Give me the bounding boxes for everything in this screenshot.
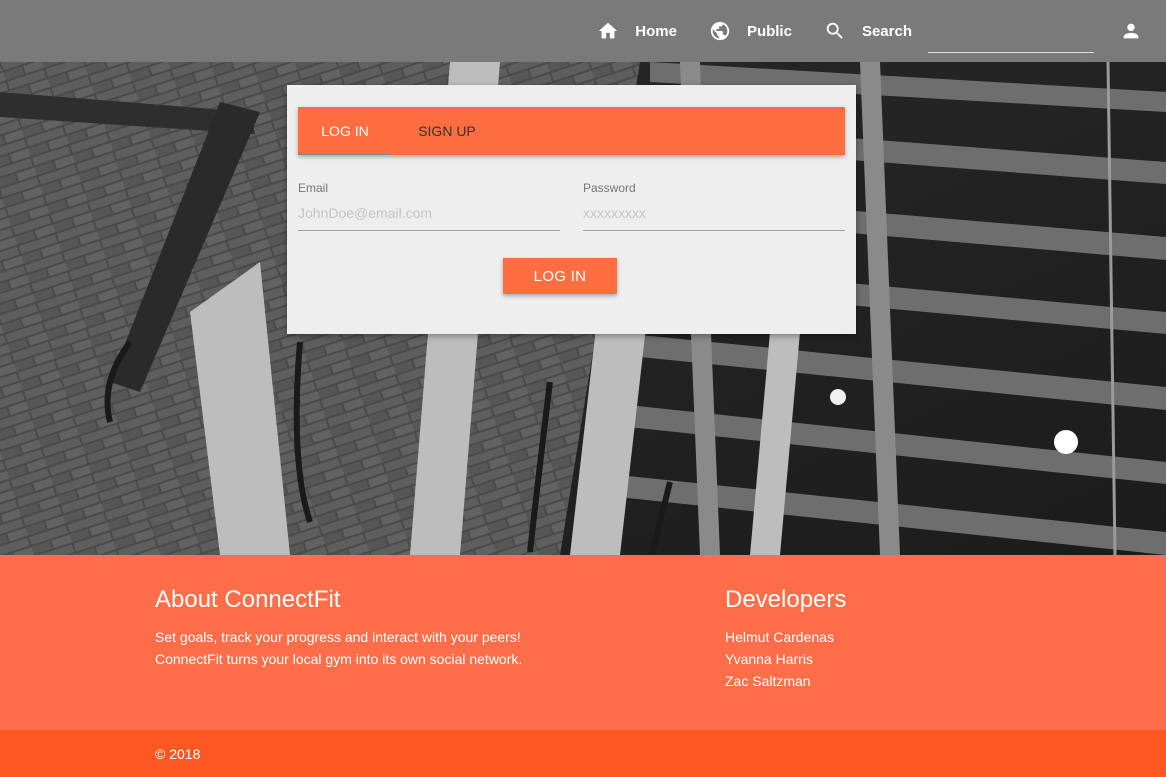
nav-home-label: Home bbox=[635, 22, 677, 40]
password-field-group: Password bbox=[583, 181, 845, 231]
home-icon bbox=[599, 22, 618, 39]
auth-tabs: LOG IN SIGN UP bbox=[298, 107, 845, 155]
top-navbar: Home Public Search bbox=[0, 0, 1166, 62]
nav-home-link[interactable]: Home bbox=[581, 0, 693, 62]
email-field-group: Email bbox=[298, 181, 560, 231]
developer-item[interactable]: Zac Saltzman bbox=[725, 670, 1025, 692]
nav-search-label: Search bbox=[861, 22, 912, 40]
login-card: LOG IN SIGN UP Email Password LOG IN bbox=[287, 85, 856, 334]
about-text-line-2: ConnectFit turns your local gym into its… bbox=[155, 651, 523, 667]
password-field[interactable] bbox=[583, 195, 845, 231]
footer: About ConnectFit Set goals, track your p… bbox=[0, 555, 1166, 730]
search-icon bbox=[826, 22, 843, 39]
developer-item[interactable]: Helmut Cardenas bbox=[725, 626, 1025, 648]
about-section: About ConnectFit Set goals, track your p… bbox=[155, 586, 655, 670]
password-label: Password bbox=[583, 181, 636, 195]
developers-list: Helmut Cardenas Yvanna Harris Zac Saltzm… bbox=[725, 626, 1025, 692]
email-label: Email bbox=[298, 181, 329, 195]
account-button[interactable] bbox=[1110, 20, 1142, 42]
about-text: Set goals, track your progress and inter… bbox=[155, 626, 655, 670]
nav-search-button[interactable]: Search bbox=[808, 0, 928, 62]
tab-log-in[interactable]: LOG IN bbox=[298, 107, 392, 155]
log-in-button[interactable]: LOG IN bbox=[503, 258, 617, 294]
copyright-text: © 2018 bbox=[155, 745, 201, 762]
developer-item[interactable]: Yvanna Harris bbox=[725, 648, 1025, 670]
nav-search-input[interactable] bbox=[928, 23, 1094, 53]
about-title: About ConnectFit bbox=[155, 586, 341, 613]
developers-section: Developers Helmut Cardenas Yvanna Harris… bbox=[725, 586, 1025, 692]
tab-sign-up[interactable]: SIGN UP bbox=[392, 107, 502, 155]
nav-public-label: Public bbox=[746, 22, 792, 40]
email-field[interactable] bbox=[298, 195, 560, 231]
account-icon bbox=[1123, 23, 1139, 39]
developers-title: Developers bbox=[725, 586, 847, 613]
about-text-line-1: Set goals, track your progress and inter… bbox=[155, 629, 521, 645]
globe-icon bbox=[710, 21, 730, 41]
copyright-bar: © 2018 bbox=[0, 730, 1166, 777]
nav-public-link[interactable]: Public bbox=[693, 0, 808, 62]
